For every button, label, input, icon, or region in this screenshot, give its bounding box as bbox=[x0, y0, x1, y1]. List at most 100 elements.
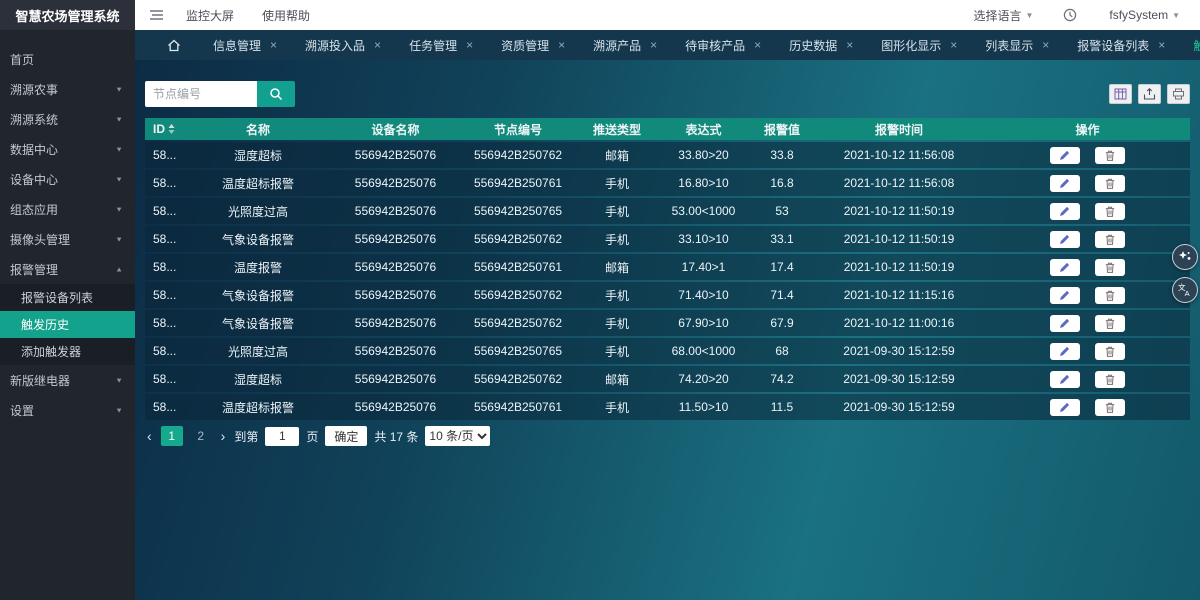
edit-button[interactable] bbox=[1050, 175, 1080, 192]
edit-button[interactable] bbox=[1050, 399, 1080, 416]
delete-button[interactable] bbox=[1095, 175, 1125, 192]
edit-button[interactable] bbox=[1050, 259, 1080, 276]
edit-button[interactable] bbox=[1050, 343, 1080, 360]
edit-button[interactable] bbox=[1050, 231, 1080, 248]
tab[interactable]: 溯源投入品 × bbox=[291, 30, 395, 60]
edit-button[interactable] bbox=[1050, 147, 1080, 164]
tab[interactable]: 信息管理 × bbox=[199, 30, 291, 60]
delete-button[interactable] bbox=[1095, 287, 1125, 304]
col-header-push-type: 推送类型 bbox=[578, 118, 656, 140]
cell-node: 556942B250765 bbox=[458, 198, 578, 224]
tab[interactable]: 图形化显示 × bbox=[867, 30, 971, 60]
cell-operation bbox=[985, 142, 1190, 168]
next-page-button[interactable]: › bbox=[219, 429, 228, 443]
cell-name: 气象设备报警 bbox=[183, 226, 333, 252]
cell-device: 556942B25076 bbox=[333, 170, 458, 196]
close-icon[interactable]: × bbox=[950, 38, 957, 52]
close-icon[interactable]: × bbox=[650, 38, 657, 52]
cell-alarm-time: 2021-10-12 11:56:08 bbox=[813, 142, 985, 168]
cell-operation bbox=[985, 254, 1190, 280]
delete-button[interactable] bbox=[1095, 343, 1125, 360]
tab[interactable]: 触发历史 × bbox=[1179, 30, 1200, 60]
close-icon[interactable]: × bbox=[466, 38, 473, 52]
col-header-id[interactable]: ID bbox=[145, 118, 183, 140]
ai-sparkle-button[interactable] bbox=[1172, 244, 1198, 270]
edit-button[interactable] bbox=[1050, 315, 1080, 332]
cell-operation bbox=[985, 338, 1190, 364]
delete-button[interactable] bbox=[1095, 315, 1125, 332]
sidebar-item[interactable]: 溯源农事 ▼ bbox=[0, 74, 135, 104]
sidebar-item[interactable]: 设备中心 ▼ bbox=[0, 164, 135, 194]
edit-button[interactable] bbox=[1050, 203, 1080, 220]
sidebar-item[interactable]: 摄像头管理 ▼ bbox=[0, 224, 135, 254]
tab[interactable]: 列表显示 × bbox=[971, 30, 1063, 60]
edit-button[interactable] bbox=[1050, 371, 1080, 388]
close-icon[interactable]: × bbox=[1042, 38, 1049, 52]
tab-home[interactable] bbox=[149, 39, 199, 52]
sidebar-item[interactable]: 添加触发器 bbox=[0, 338, 135, 365]
trash-icon bbox=[1105, 206, 1115, 217]
trash-icon bbox=[1105, 234, 1115, 245]
nav-item-monitor[interactable]: 监控大屏 bbox=[186, 7, 234, 24]
sidebar-item[interactable]: 报警设备列表 bbox=[0, 284, 135, 311]
tab[interactable]: 资质管理 × bbox=[487, 30, 579, 60]
tab[interactable]: 报警设备列表 × bbox=[1063, 30, 1179, 60]
cell-alarm-value: 68 bbox=[751, 338, 813, 364]
col-header-node: 节点编号 bbox=[458, 118, 578, 140]
tab[interactable]: 任务管理 × bbox=[395, 30, 487, 60]
delete-button[interactable] bbox=[1095, 231, 1125, 248]
close-icon[interactable]: × bbox=[374, 38, 381, 52]
page-unit-label: 页 bbox=[306, 428, 318, 445]
print-button[interactable] bbox=[1167, 84, 1190, 104]
language-select[interactable]: 选择语言 ▼ bbox=[973, 7, 1033, 24]
sidebar-item[interactable]: 组态应用 ▼ bbox=[0, 194, 135, 224]
nav-item-help[interactable]: 使用帮助 bbox=[262, 7, 310, 24]
history-clock-icon[interactable] bbox=[1063, 8, 1077, 22]
page-size-select[interactable]: 10 条/页 bbox=[425, 426, 490, 446]
sidebar-item[interactable]: 数据中心 ▼ bbox=[0, 134, 135, 164]
delete-button[interactable] bbox=[1095, 147, 1125, 164]
table-row: 58... 湿度超标 556942B25076 556942B250762 邮箱… bbox=[145, 366, 1190, 392]
sidebar-item[interactable]: 触发历史 bbox=[0, 311, 135, 338]
sidebar-item[interactable]: 溯源系统 ▼ bbox=[0, 104, 135, 134]
columns-filter-button[interactable] bbox=[1109, 84, 1132, 104]
close-icon[interactable]: × bbox=[270, 38, 277, 52]
translate-button[interactable]: 文A bbox=[1172, 277, 1198, 303]
export-button[interactable] bbox=[1138, 84, 1161, 104]
hamburger-icon[interactable] bbox=[149, 9, 164, 21]
cell-alarm-time: 2021-10-12 11:50:19 bbox=[813, 226, 985, 252]
prev-page-button[interactable]: ‹ bbox=[145, 429, 154, 443]
search-button[interactable] bbox=[257, 81, 295, 107]
sidebar-item[interactable]: 设置 ▼ bbox=[0, 395, 135, 425]
close-icon[interactable]: × bbox=[754, 38, 761, 52]
user-menu[interactable]: fsfySystem ▼ bbox=[1109, 8, 1180, 22]
node-number-search-input[interactable] bbox=[145, 81, 257, 107]
close-icon[interactable]: × bbox=[558, 38, 565, 52]
sidebar-item[interactable]: 报警管理 ▲ bbox=[0, 254, 135, 284]
page-button[interactable]: 2 bbox=[190, 426, 212, 446]
close-icon[interactable]: × bbox=[1158, 38, 1165, 52]
tab[interactable]: 历史数据 × bbox=[775, 30, 867, 60]
username: fsfySystem bbox=[1109, 8, 1168, 22]
cell-operation bbox=[985, 170, 1190, 196]
close-icon[interactable]: × bbox=[846, 38, 853, 52]
tab[interactable]: 待审核产品 × bbox=[671, 30, 775, 60]
sidebar-item[interactable]: 首页 bbox=[0, 44, 135, 74]
tab[interactable]: 溯源产品 × bbox=[579, 30, 671, 60]
delete-button[interactable] bbox=[1095, 259, 1125, 276]
page-button[interactable]: 1 bbox=[161, 426, 183, 446]
trash-icon bbox=[1105, 262, 1115, 273]
table-row: 58... 温度超标报警 556942B25076 556942B250761 … bbox=[145, 394, 1190, 420]
delete-button[interactable] bbox=[1095, 399, 1125, 416]
edit-button[interactable] bbox=[1050, 287, 1080, 304]
chevron-down-icon: ▼ bbox=[1025, 11, 1033, 20]
sidebar-item[interactable]: 新版继电器 ▼ bbox=[0, 365, 135, 395]
svg-text:A: A bbox=[1185, 289, 1190, 297]
chevron-icon: ▼ bbox=[115, 235, 123, 243]
confirm-button[interactable]: 确定 bbox=[325, 426, 367, 446]
delete-button[interactable] bbox=[1095, 203, 1125, 220]
pencil-icon bbox=[1059, 402, 1070, 413]
cell-name: 湿度超标 bbox=[183, 142, 333, 168]
delete-button[interactable] bbox=[1095, 371, 1125, 388]
goto-page-input[interactable] bbox=[265, 427, 299, 446]
